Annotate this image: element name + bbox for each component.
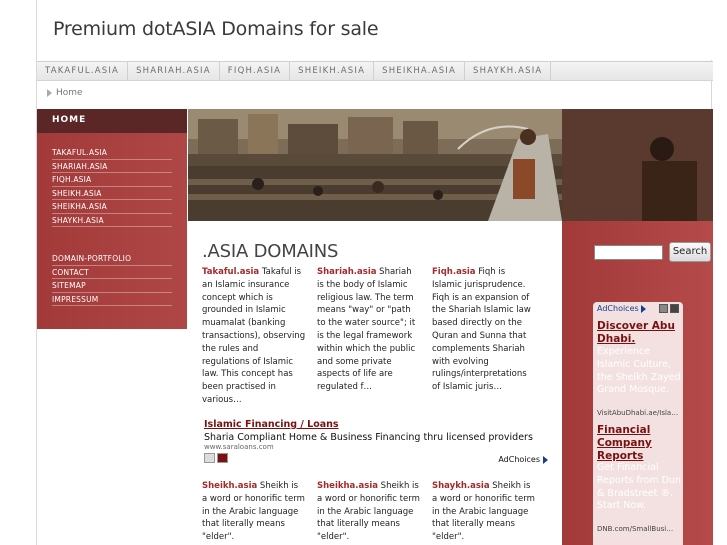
sidebar-item-takaful[interactable]: TAKAFUL.ASIA bbox=[52, 146, 172, 160]
topnav-shaykh[interactable]: SHAYKH.ASIA bbox=[465, 62, 552, 81]
sidebar-ad: AdChoices Discover Abu Dhabi. Experience… bbox=[593, 302, 683, 545]
breadcrumb: Home bbox=[47, 88, 83, 98]
domain-blurb-takaful: Takaful.asia Takaful is an Islamic insur… bbox=[202, 267, 306, 405]
sidebar-item-shaykh[interactable]: SHAYKH.ASIA bbox=[52, 214, 172, 227]
topnav-sheikh[interactable]: SHEIKH.ASIA bbox=[290, 62, 375, 81]
domain-link-shariah[interactable]: Shariah.asia bbox=[317, 267, 376, 277]
topnav-shariah[interactable]: SHARIAH.ASIA bbox=[128, 62, 220, 81]
sidebar-item-sheikh[interactable]: SHEIKH.ASIA bbox=[52, 187, 172, 200]
sidebar-item-sitemap[interactable]: SITEMAP bbox=[52, 279, 172, 293]
domain-blurb-sheikha: Sheikha.asia Sheikh is a word or honorif… bbox=[317, 481, 420, 543]
inline-ad-url[interactable]: www.saraloans.com bbox=[204, 443, 554, 451]
banner-scene bbox=[188, 109, 562, 221]
sidebar-item-contact[interactable]: CONTACT bbox=[52, 266, 172, 279]
domain-link-sheikha[interactable]: Sheikha.asia bbox=[317, 481, 378, 491]
domain-blurb-shariah: Shariah.asia Shariah is the body of Isla… bbox=[317, 267, 416, 393]
sidebar-ad1-url[interactable]: VisitAbuDhabi.ae/Isla… bbox=[597, 409, 683, 417]
domain-blurb-fiqh: Fiqh.asia Fiqh is Islamic jurisprudence.… bbox=[432, 267, 531, 393]
sidebar-ad-next-icon[interactable] bbox=[670, 304, 679, 313]
domain-blurb-shaykh: Shaykh.asia Sheikh is a word or honorifi… bbox=[432, 481, 535, 543]
page-heading: .ASIA DOMAINS bbox=[202, 241, 339, 262]
sidebar-ad1-title[interactable]: Discover Abu Dhabi. bbox=[597, 320, 683, 346]
sidebar-domain-list: TAKAFUL.ASIA SHARIAH.ASIA FIQH.ASIA SHEI… bbox=[52, 146, 172, 227]
inline-ad-title[interactable]: Islamic Financing / Loans bbox=[204, 419, 554, 430]
ad-next-icon[interactable] bbox=[217, 453, 228, 463]
sidebar-home[interactable]: HOME bbox=[37, 109, 187, 133]
sidebar-ad2-description: Get Financial Reports from Dun & Bradstr… bbox=[597, 462, 681, 512]
ad-prev-icon[interactable] bbox=[204, 453, 215, 463]
domain-link-sheikh[interactable]: Sheikh.asia bbox=[202, 481, 257, 491]
inline-ad-nav bbox=[204, 453, 228, 463]
topnav-fiqh[interactable]: FIQH.ASIA bbox=[220, 62, 291, 81]
sidebar-ad2-title[interactable]: Financial Company Reports bbox=[597, 424, 683, 463]
topnav-sheikha[interactable]: SHEIKHA.ASIA bbox=[374, 62, 466, 81]
sidebar-ad1-description: Experience Islamic Culture, the Sheikh Z… bbox=[597, 346, 681, 396]
search-input[interactable] bbox=[594, 245, 663, 260]
breadcrumb-home[interactable]: Home bbox=[56, 88, 83, 98]
sidebar-item-fiqh[interactable]: FIQH.ASIA bbox=[52, 173, 172, 187]
banner-photo-right bbox=[562, 109, 713, 221]
inline-adchoices[interactable]: AdChoices bbox=[498, 455, 548, 464]
left-sidebar: HOME TAKAFUL.ASIA SHARIAH.ASIA FIQH.ASIA… bbox=[37, 109, 187, 329]
domain-link-fiqh[interactable]: Fiqh.asia bbox=[432, 267, 476, 277]
inline-ad-description: Sharia Compliant Home & Business Financi… bbox=[204, 432, 533, 443]
sidebar-item-sheikha[interactable]: SHEIKHA.ASIA bbox=[52, 200, 172, 214]
page: Premium dotASIA Domains for sale TAKAFUL… bbox=[36, 0, 713, 545]
breadcrumb-arrow-icon bbox=[47, 89, 52, 97]
sidebar-adchoices[interactable]: AdChoices bbox=[597, 304, 646, 313]
adchoices-icon bbox=[640, 304, 646, 313]
sidebar-item-domain-portfolio[interactable]: DOMAIN-PORTFOLIO bbox=[52, 252, 172, 266]
domain-link-takaful[interactable]: Takaful.asia bbox=[202, 267, 259, 277]
domain-blurb-sheikh: Sheikh.asia Sheikh is a word or honorifi… bbox=[202, 481, 305, 543]
sidebar-ad-prev-icon[interactable] bbox=[659, 304, 668, 313]
inline-ad: Islamic Financing / Loans Sharia Complia… bbox=[204, 419, 554, 451]
topnav-takaful[interactable]: TAKAFUL.ASIA bbox=[37, 62, 129, 81]
site-title[interactable]: Premium dotASIA Domains for sale bbox=[53, 18, 379, 40]
main-content: .ASIA DOMAINS Takaful.asia Takaful is an… bbox=[188, 221, 562, 545]
sidebar-site-list: DOMAIN-PORTFOLIO CONTACT SITEMAP IMPRESS… bbox=[52, 252, 172, 306]
domain-link-shaykh[interactable]: Shaykh.asia bbox=[432, 481, 490, 491]
top-navigation: TAKAFUL.ASIA SHARIAH.ASIA FIQH.ASIA SHEI… bbox=[37, 61, 713, 81]
sidebar-item-impressum[interactable]: IMPRESSUM bbox=[52, 293, 172, 306]
header-banner-photo bbox=[188, 109, 562, 221]
sidebar-item-shariah[interactable]: SHARIAH.ASIA bbox=[52, 160, 172, 173]
adchoices-icon bbox=[543, 455, 548, 464]
sidebar-ad2-url[interactable]: DNB.com/SmallBusi… bbox=[597, 525, 683, 533]
header: Premium dotASIA Domains for sale bbox=[37, 0, 713, 60]
search-button[interactable]: Search bbox=[669, 242, 711, 262]
